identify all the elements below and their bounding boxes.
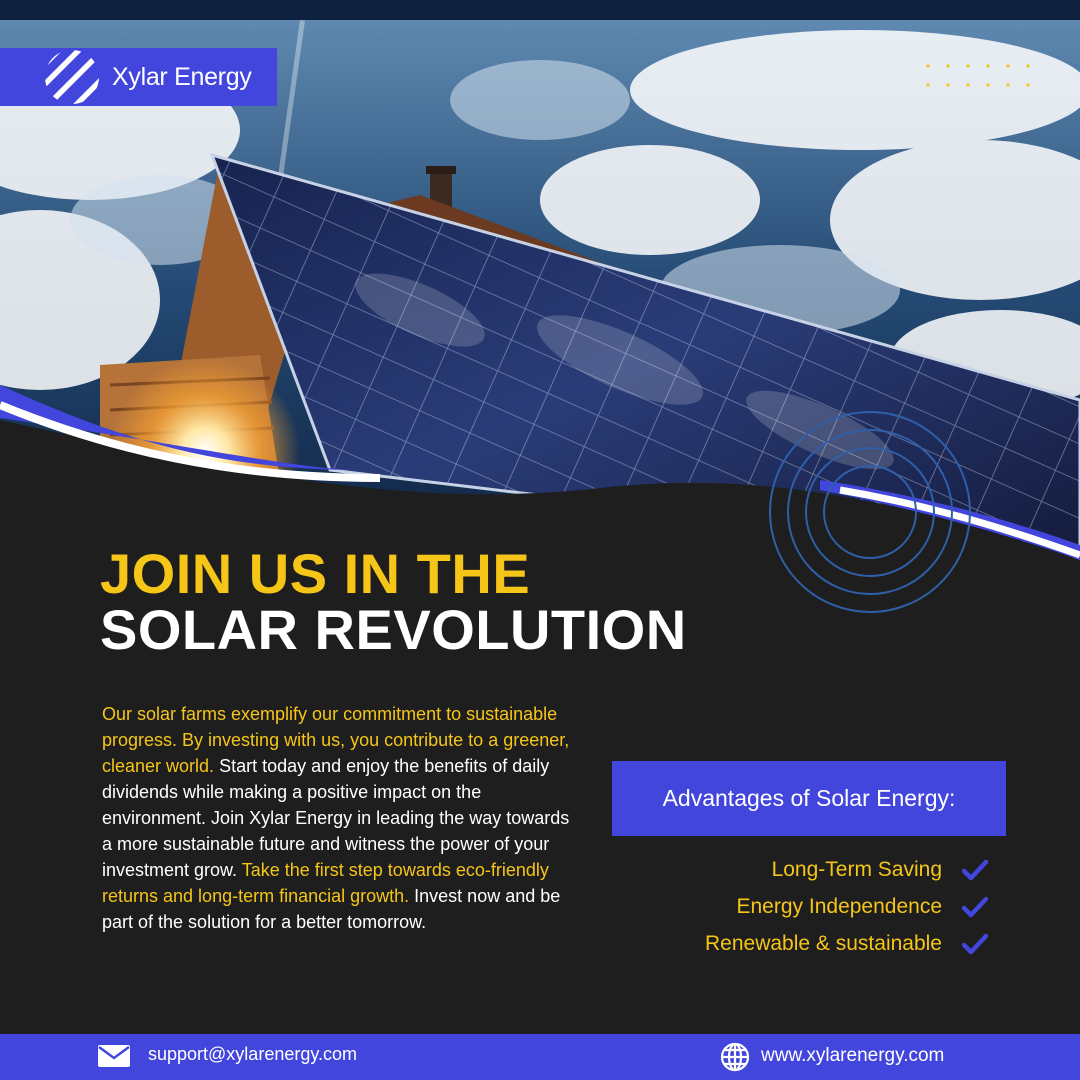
footer-bar: support@xylarenergy.com www.xylarenergy.… [0, 1034, 1080, 1080]
advantage-item: Renewable & sustainable [705, 925, 988, 962]
top-strip [0, 0, 1080, 20]
dot-grid-decoration [926, 64, 1030, 87]
support-email-link[interactable]: support@xylarenergy.com [148, 1044, 357, 1065]
advantage-label: Renewable & sustainable [705, 931, 942, 955]
advantage-label: Energy Independence [736, 894, 943, 918]
checkmark-icon [962, 933, 988, 954]
checkmark-icon [962, 859, 988, 880]
brand-name: Xylar Energy [112, 62, 252, 91]
advantage-item: Long-Term Saving [705, 851, 988, 888]
concentric-rings-decoration [769, 411, 971, 613]
website-link[interactable]: www.xylarenergy.com [761, 1045, 944, 1067]
headline-line-1: JOIN US IN THE [100, 542, 531, 605]
advantages-title-box: Advantages of Solar Energy: [612, 761, 1006, 836]
logo-badge: Xylar Energy [0, 48, 277, 106]
advantage-label: Long-Term Saving [771, 857, 942, 881]
headline-line-2: SOLAR REVOLUTION [100, 598, 687, 661]
advantage-item: Energy Independence [705, 888, 988, 925]
checkmark-icon [962, 896, 988, 917]
flyer: Xylar Energy JOIN US IN THE SOLAR REVOLU… [0, 0, 1080, 1080]
advantages-title: Advantages of Solar Energy: [662, 785, 956, 811]
envelope-icon [98, 1045, 130, 1067]
globe-icon [720, 1042, 750, 1072]
body-paragraph: Our solar farms exemplify our commitment… [102, 701, 582, 935]
headline: JOIN US IN THE SOLAR REVOLUTION [100, 546, 687, 658]
striped-circle-logo-icon [45, 50, 99, 104]
advantages-list: Long-Term Saving Energy Independence Ren… [705, 851, 988, 962]
